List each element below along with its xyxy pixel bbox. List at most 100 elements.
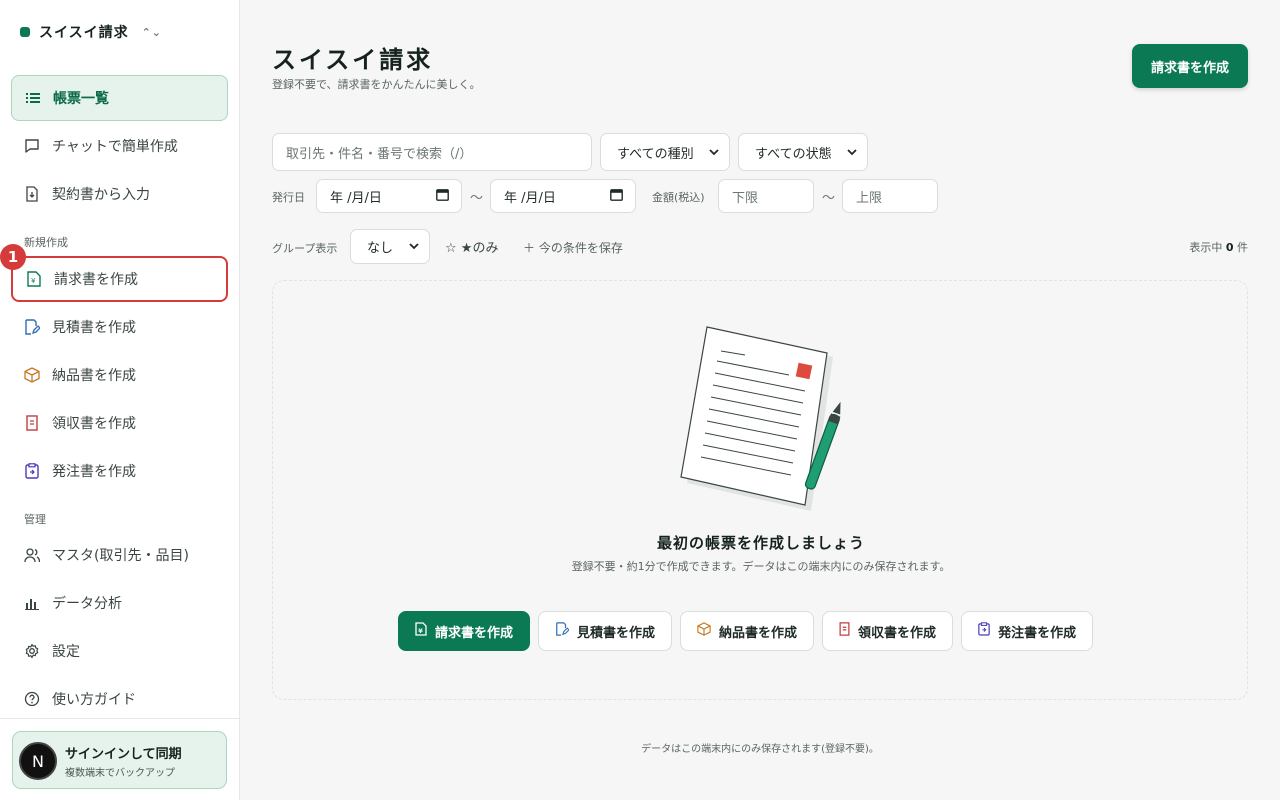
page-subtitle: 登録不要で、請求書をかんたんに美しく。 <box>272 78 481 91</box>
footer-note: データはこの端末内にのみ保存されます(登録不要)。 <box>641 744 879 755</box>
type-select-value: すべての種別 <box>617 146 694 162</box>
sidebar-item-document-list[interactable]: 帳票一覧 <box>11 75 228 121</box>
brand-name: スイスイ請求 <box>39 25 129 41</box>
issue-date-from[interactable]: 年 /月/日 <box>316 179 462 213</box>
calendar-icon <box>610 188 623 205</box>
page-title: スイスイ請求 <box>272 46 434 74</box>
sidebar-item-settings[interactable]: 設定 <box>11 628 228 674</box>
gear-icon <box>24 643 40 659</box>
sidebar-item-label: 領収書を作成 <box>52 416 136 432</box>
date-from-value: 年 /月/日 <box>330 190 382 206</box>
search-input[interactable]: 取引先・件名・番号で検索（/） <box>272 133 592 171</box>
chevron-down-icon <box>409 239 419 254</box>
chevron-up-down-icon: ⌃⌄ <box>141 25 163 39</box>
section-label-new: 新規作成 <box>24 236 68 249</box>
issue-date-to[interactable]: 年 /月/日 <box>490 179 636 213</box>
amount-range-separator: ～ <box>822 191 836 206</box>
sidebar-item-label: 使い方ガイド <box>52 692 136 708</box>
bar-chart-icon <box>24 595 40 611</box>
clipboard-icon <box>978 622 990 640</box>
receipt-icon <box>24 415 40 431</box>
document-illustration <box>680 326 841 511</box>
sidebar-item-create-quote[interactable]: 見積書を作成 <box>11 304 228 350</box>
step-badge: 1 <box>0 244 26 270</box>
group-select[interactable]: なし <box>350 229 430 264</box>
sidebar-item-label: 請求書を作成 <box>54 272 138 288</box>
calendar-icon <box>436 188 449 205</box>
button-label: 発注書を作成 <box>998 625 1077 641</box>
empty-state-description: 登録不要・約1分で作成できます。データはこの端末内にのみ保存されます。 <box>571 560 951 573</box>
sidebar-item-label: 契約書から入力 <box>52 187 150 203</box>
empty-state-title: 最初の帳票を作成しましょう <box>656 534 865 552</box>
sidebar-item-create-invoice[interactable]: ¥ 請求書を作成 <box>11 256 228 302</box>
sidebar-item-label: 帳票一覧 <box>53 91 109 107</box>
file-import-icon <box>24 186 40 202</box>
receipt-icon <box>839 622 850 640</box>
sidebar-item-label: 発注書を作成 <box>52 464 136 480</box>
result-count: 表示中 0 件 <box>1189 239 1248 255</box>
sidebar: スイスイ請求 ⌃⌄ 帳票一覧 チャットで簡単作成 契約書から入力 新規作成 1 … <box>0 0 240 800</box>
sidebar-item-label: チャットで簡単作成 <box>52 139 178 155</box>
quick-create-buttons: ¥ 請求書を作成 見積書を作成 納品書を作成 領収書を作成 発注書を作成 <box>398 611 1094 651</box>
amount-label: 金額(税込) <box>652 191 705 204</box>
sidebar-item-create-delivery[interactable]: 納品書を作成 <box>11 352 228 398</box>
invoice-icon: ¥ <box>415 622 427 640</box>
button-label: 納品書を作成 <box>719 625 798 641</box>
avatar: N <box>19 742 57 780</box>
quick-create-quote-button[interactable]: 見積書を作成 <box>538 611 673 651</box>
button-label: 領収書を作成 <box>858 625 937 641</box>
date-to-value: 年 /月/日 <box>504 190 556 206</box>
workspace-switcher[interactable]: スイスイ請求 ⌃⌄ <box>20 22 162 42</box>
sidebar-item-guide[interactable]: 使い方ガイド <box>11 676 228 722</box>
type-select[interactable]: すべての種別 <box>600 133 730 171</box>
sidebar-item-label: データ分析 <box>52 596 122 612</box>
count-suffix: 件 <box>1237 241 1248 254</box>
sidebar-item-contract-import[interactable]: 契約書から入力 <box>11 171 228 217</box>
list-icon <box>25 90 41 106</box>
sidebar-item-create-receipt[interactable]: 領収書を作成 <box>11 400 228 446</box>
button-label: 見積書を作成 <box>577 625 656 641</box>
sidebar-item-analytics[interactable]: データ分析 <box>11 580 228 626</box>
box-icon <box>24 367 40 383</box>
signin-subtitle: 複数端末でバックアップ <box>65 768 175 779</box>
date-range-separator: ～ <box>470 191 484 206</box>
quick-create-delivery-button[interactable]: 納品書を作成 <box>680 611 815 651</box>
chat-icon <box>24 138 40 154</box>
main-content: スイスイ請求 登録不要で、請求書をかんたんに美しく。 請求書を作成 取引先・件名… <box>240 0 1280 800</box>
svg-text:¥: ¥ <box>418 627 423 635</box>
sidebar-item-label: 設定 <box>52 644 80 660</box>
empty-state: 最初の帳票を作成しましょう 登録不要・約1分で作成できます。データはこの端末内に… <box>272 280 1248 700</box>
amount-min-input[interactable]: 下限 <box>718 179 814 213</box>
group-label: グループ表示 <box>272 242 338 255</box>
quick-create-purchase-order-button[interactable]: 発注書を作成 <box>961 611 1094 651</box>
sidebar-item-label: 納品書を作成 <box>52 368 136 384</box>
quick-create-receipt-button[interactable]: 領収書を作成 <box>822 611 954 651</box>
amount-max-input[interactable]: 上限 <box>842 179 938 213</box>
group-select-value: なし <box>367 241 394 256</box>
svg-text:¥: ¥ <box>31 277 36 285</box>
create-invoice-button[interactable]: 請求書を作成 <box>1132 44 1248 88</box>
chevron-down-icon <box>709 145 719 160</box>
sidebar-item-master[interactable]: マスタ(取引先・品目) <box>11 532 228 578</box>
signin-title: サインインして同期 <box>65 747 182 762</box>
section-label-manage: 管理 <box>24 513 46 526</box>
clipboard-icon <box>24 463 40 479</box>
sidebar-item-chat-create[interactable]: チャットで簡単作成 <box>11 123 228 169</box>
chevron-down-icon <box>847 145 857 160</box>
issue-date-label: 発行日 <box>272 191 305 204</box>
count-value: 0 <box>1225 241 1234 254</box>
signin-sync-button[interactable]: N サインインして同期 複数端末でバックアップ <box>12 731 227 789</box>
sidebar-item-create-purchase-order[interactable]: 発注書を作成 <box>11 448 228 494</box>
status-select[interactable]: すべての状態 <box>738 133 868 171</box>
sidebar-item-label: マスタ(取引先・品目) <box>52 548 189 564</box>
sidebar-footer: N サインインして同期 複数端末でバックアップ <box>0 718 239 800</box>
quote-icon <box>24 319 40 335</box>
help-icon <box>24 691 40 707</box>
users-icon <box>24 547 40 563</box>
count-prefix: 表示中 <box>1189 241 1223 254</box>
star-only-toggle[interactable]: ☆ ★のみ <box>445 237 498 256</box>
quick-create-invoice-button[interactable]: ¥ 請求書を作成 <box>398 611 531 651</box>
brand-dot-icon <box>20 27 30 37</box>
box-icon <box>697 622 711 640</box>
save-conditions-button[interactable]: ＋ 今の条件を保存 <box>523 239 623 256</box>
